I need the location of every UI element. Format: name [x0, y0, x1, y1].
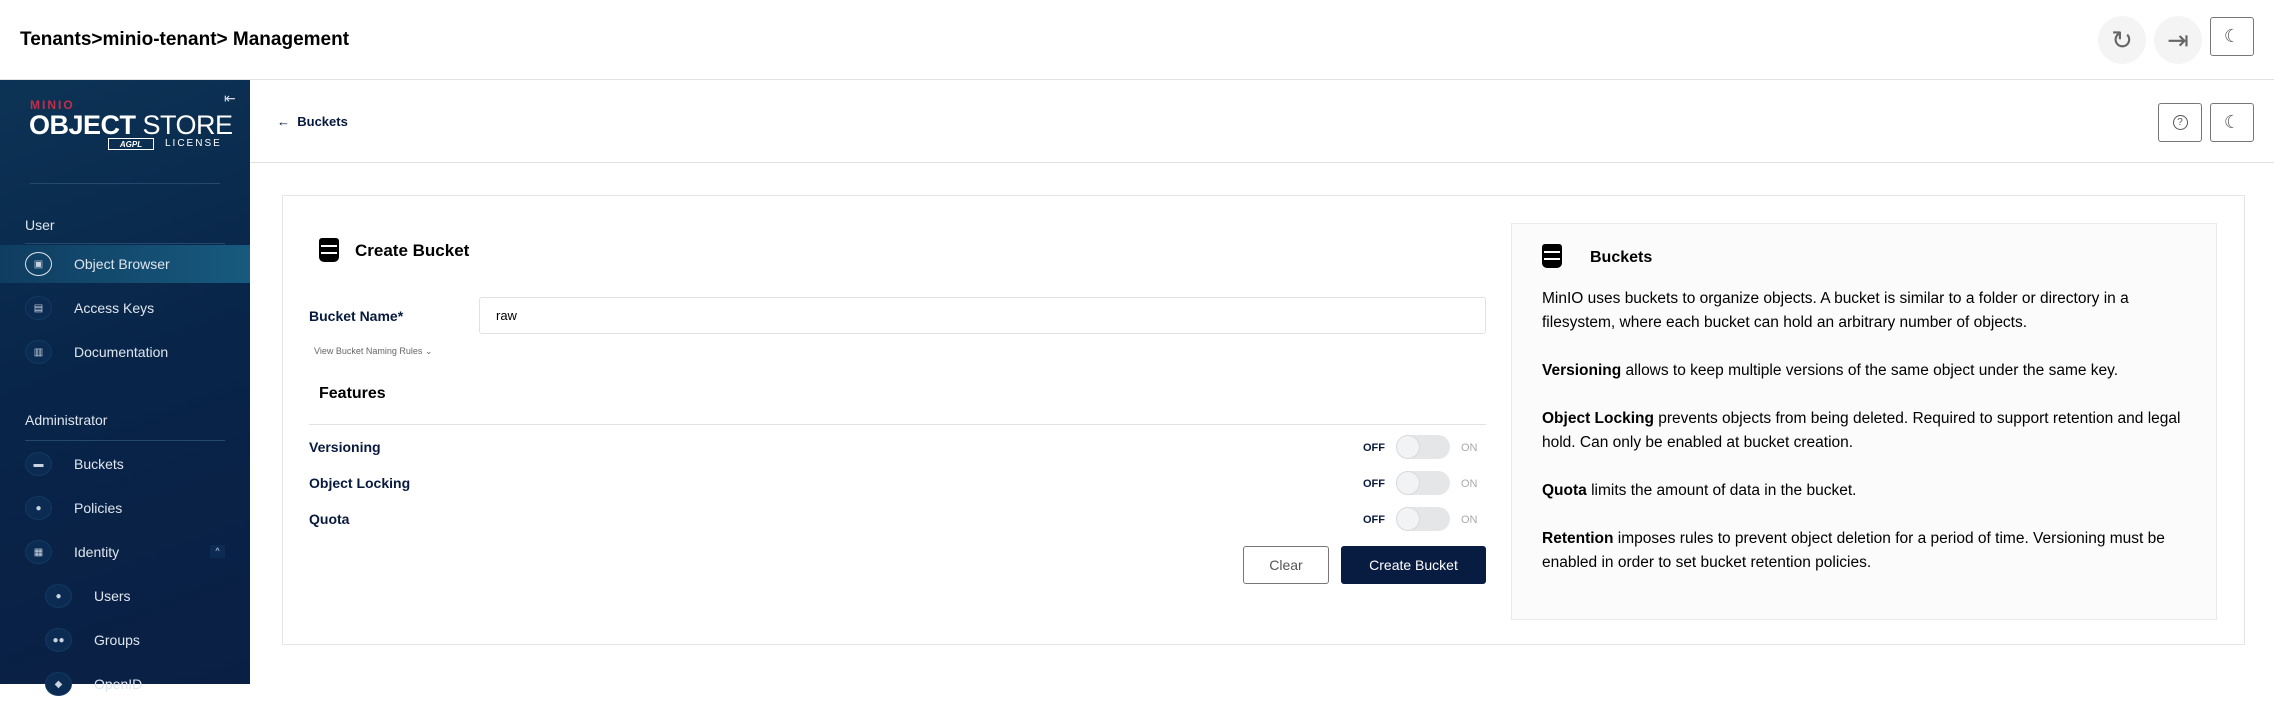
quota-on-label: ON — [1461, 514, 1478, 526]
quota-label: Quota — [309, 511, 350, 527]
sidebar-item-access-keys[interactable]: ▤ Access Keys — [0, 289, 250, 327]
theme-toggle-button[interactable]: ☾ — [2210, 103, 2254, 142]
back-to-buckets-link[interactable]: ← Buckets — [277, 114, 348, 129]
openid-icon: ◆ — [45, 672, 72, 696]
section-user: User — [25, 217, 55, 233]
object-locking-on-label: ON — [1461, 478, 1478, 490]
help-quota: Quota limits the amount of data in the b… — [1542, 482, 1857, 499]
moon-icon: ☾ — [2223, 112, 2241, 132]
access-keys-icon: ▤ — [25, 296, 52, 320]
versioning-label: Versioning — [309, 439, 381, 455]
chevron-up-icon[interactable]: ^ — [210, 545, 225, 558]
section-administrator: Administrator — [25, 412, 108, 428]
bucket-icon — [319, 238, 339, 262]
policy-icon: ● — [25, 496, 52, 520]
groups-icon: ●● — [45, 628, 72, 652]
form-title: Create Bucket — [355, 241, 470, 260]
top-bar: Tenants>minio-tenant> Management ↻ ⇥ ☾ — [0, 0, 2274, 80]
sidebar-item-users[interactable]: ● Users — [0, 577, 250, 615]
documentation-icon: ▥ — [25, 340, 52, 364]
page-header: ← Buckets ? ☾ — [250, 80, 2274, 163]
main-content: Create Bucket Bucket Name* raw View Buck… — [250, 163, 2274, 684]
collapse-sidebar-icon[interactable]: ⇤ — [224, 90, 236, 107]
breadcrumb: Tenants>minio-tenant> Management — [20, 29, 350, 50]
help-intro: MinIO uses buckets to organize objects. … — [1542, 290, 2129, 331]
object-locking-label: Object Locking — [309, 475, 411, 491]
bucket-name-input[interactable]: raw — [479, 297, 1486, 334]
help-object-locking: Object Locking prevents objects from bei… — [1542, 410, 2181, 451]
versioning-off-label: OFF — [1363, 442, 1385, 454]
bucket-icon: ▬ — [25, 452, 52, 476]
logo-license: LICENSE — [165, 138, 222, 149]
agpl-badge: AGPL — [108, 138, 154, 150]
quota-off-label: OFF — [1363, 514, 1385, 526]
arrow-left-icon: ← — [277, 114, 290, 129]
create-bucket-card: Create Bucket Bucket Name* raw View Buck… — [282, 195, 2245, 645]
versioning-toggle[interactable] — [1396, 435, 1450, 459]
help-button[interactable]: ? — [2158, 103, 2202, 142]
clear-button[interactable]: Clear — [1243, 546, 1329, 584]
help-icon: ? — [2172, 115, 2188, 130]
sidebar: MINIO OBJECT STORE AGPL LICENSE ⇤ User ▣… — [0, 80, 250, 696]
sidebar-item-groups[interactable]: ●● Groups — [0, 621, 250, 659]
bucket-icon — [1542, 244, 1562, 268]
help-title: Buckets — [1590, 249, 1653, 266]
bucket-name-label: Bucket Name* — [309, 308, 404, 324]
user-icon: ● — [45, 584, 72, 608]
refresh-button[interactable]: ↻ — [2098, 16, 2146, 64]
view-naming-rules-link[interactable]: View Bucket Naming Rules ⌄ — [314, 346, 432, 357]
logout-icon: ⇥ — [2167, 24, 2189, 55]
sidebar-item-openid[interactable]: ◆ OpenID — [0, 665, 250, 703]
logout-button[interactable]: ⇥ — [2154, 16, 2202, 64]
divider — [25, 440, 225, 441]
moon-icon: ☾ — [2223, 26, 2241, 46]
object-locking-off-label: OFF — [1363, 478, 1385, 490]
divider — [25, 243, 225, 244]
features-title: Features — [319, 385, 386, 402]
identity-icon: ▦ — [25, 540, 52, 564]
sidebar-item-documentation[interactable]: ▥ Documentation — [0, 333, 250, 371]
versioning-on-label: ON — [1461, 442, 1478, 454]
theme-toggle-button[interactable]: ☾ — [2210, 17, 2254, 56]
help-versioning: Versioning allows to keep multiple versi… — [1542, 362, 2119, 379]
quota-toggle[interactable] — [1396, 507, 1450, 531]
help-retention: Retention imposes rules to prevent objec… — [1542, 530, 2165, 571]
object-browser-icon: ▣ — [25, 252, 52, 276]
refresh-icon: ↻ — [2111, 24, 2133, 55]
help-panel: Buckets MinIO uses buckets to organize o… — [1511, 223, 2217, 620]
sidebar-item-object-browser[interactable]: ▣ Object Browser — [0, 245, 250, 283]
sidebar-item-policies[interactable]: ● Policies — [0, 489, 250, 527]
sidebar-item-buckets[interactable]: ▬ Buckets — [0, 445, 250, 483]
logo-product: OBJECT STORE — [29, 110, 233, 140]
object-locking-toggle[interactable] — [1396, 471, 1450, 495]
divider — [30, 183, 220, 184]
create-bucket-button[interactable]: Create Bucket — [1341, 546, 1486, 584]
divider — [309, 424, 1486, 425]
